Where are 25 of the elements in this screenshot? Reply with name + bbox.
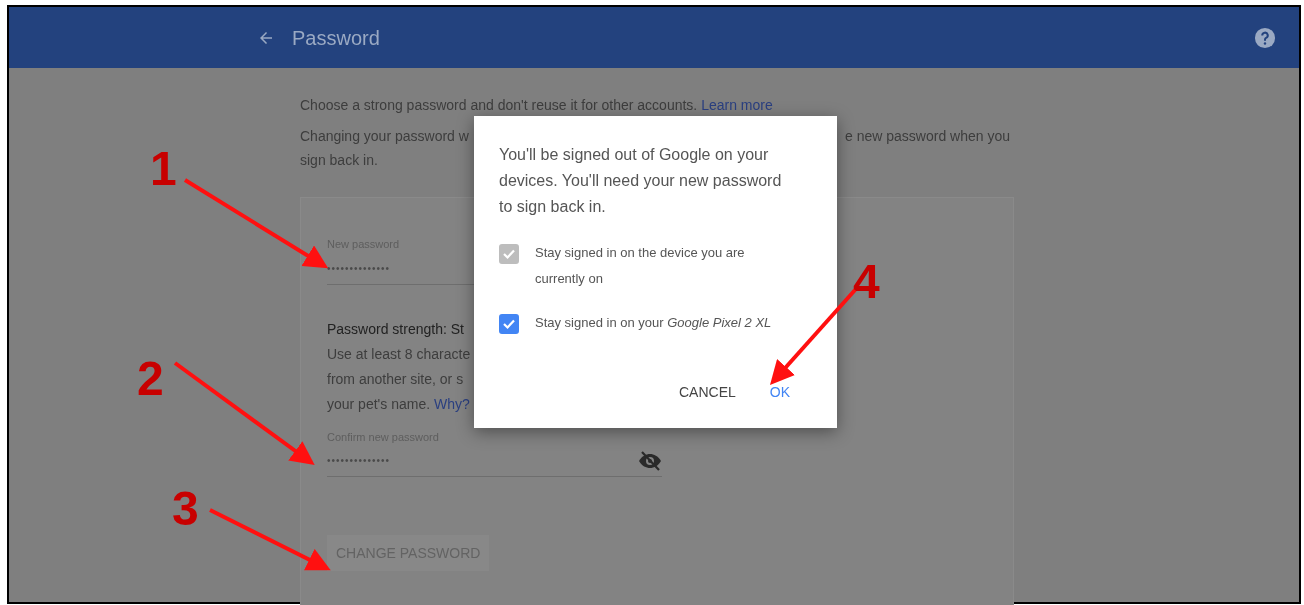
hint-text: Use at least 8 characte xyxy=(327,344,471,364)
input-field[interactable]: •••••••••••••• xyxy=(327,445,662,477)
ok-button[interactable]: OK xyxy=(759,376,800,408)
learn-more-link[interactable]: Learn more xyxy=(701,97,773,113)
notice-text: e new password when you xyxy=(845,127,1010,146)
notice-text: Changing your password w xyxy=(300,127,469,146)
page-title: Password xyxy=(292,25,380,51)
password-text: •••••••••••••• xyxy=(327,454,390,468)
strength-title: Password strength: St xyxy=(327,319,464,339)
checkbox-label: Stay signed in on your Google Pixel 2 XL xyxy=(535,314,772,332)
notice-text: sign back in. xyxy=(300,151,378,170)
hint-text: from another site, or s xyxy=(327,369,464,389)
annotation-number: 1 xyxy=(150,142,177,195)
annotation-number: 2 xyxy=(137,352,164,405)
eye-slash-icon[interactable] xyxy=(638,450,662,471)
annotation-number: 4 xyxy=(853,255,880,308)
annotation-number: 3 xyxy=(172,482,199,535)
help-icon[interactable] xyxy=(1254,26,1276,49)
checkbox[interactable] xyxy=(499,314,519,334)
checkbox-label: Stay signed in on the device you are currently on xyxy=(535,244,746,288)
cancel-button[interactable]: CANCEL xyxy=(668,376,746,408)
dialog-message: You'll be signed out of Google on your devices. You'll need your new password to sign back in. xyxy=(499,145,783,217)
intro-text: Choose a strong password and don't reuse it for other accounts. Learn more xyxy=(300,96,773,115)
why-link[interactable]: Why? xyxy=(433,395,470,412)
hint-text: your pet's name. Why? xyxy=(327,394,470,414)
